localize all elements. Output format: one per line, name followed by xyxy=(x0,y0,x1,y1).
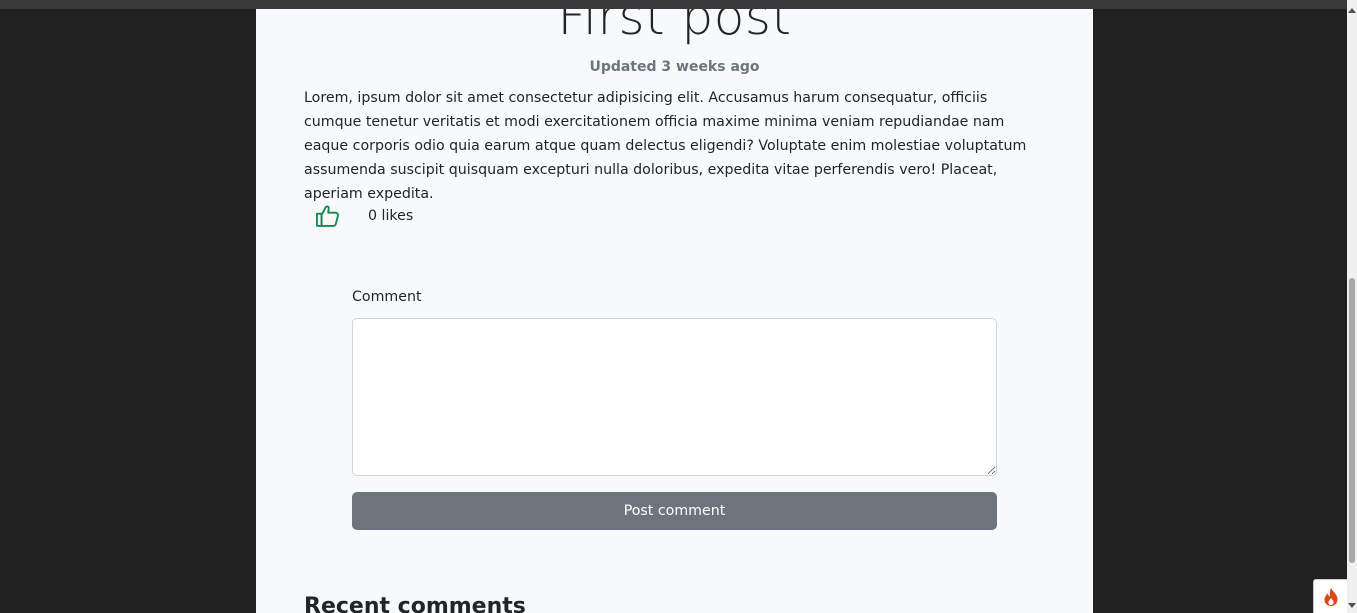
post-body: Lorem, ipsum dolor sit amet consectetur … xyxy=(304,90,1027,202)
comment-textarea[interactable] xyxy=(352,318,997,476)
comment-label: Comment xyxy=(352,289,422,305)
debug-toolbar-toggle[interactable] xyxy=(1313,579,1347,613)
likes-count: 0 likes xyxy=(368,208,414,224)
flame-icon xyxy=(1324,587,1337,606)
post-comment-button[interactable]: Post comment xyxy=(352,492,997,530)
thumbs-up-icon xyxy=(315,205,339,227)
scrollbar-thumb[interactable] xyxy=(1349,278,1355,563)
browser-top-edge xyxy=(0,0,1357,9)
scroll-down-arrow-icon[interactable] xyxy=(1348,603,1356,608)
recent-comments-heading: Recent comments xyxy=(304,594,526,613)
post-card: First post Updated 3 weeks ago Lorem, ip… xyxy=(256,9,1093,613)
post-title: First post xyxy=(557,9,792,46)
post-updated-time: Updated 3 weeks ago xyxy=(589,59,760,75)
like-button[interactable] xyxy=(314,202,342,230)
page-scrollbar[interactable] xyxy=(1347,0,1357,613)
scroll-up-arrow-icon[interactable] xyxy=(1348,8,1356,13)
